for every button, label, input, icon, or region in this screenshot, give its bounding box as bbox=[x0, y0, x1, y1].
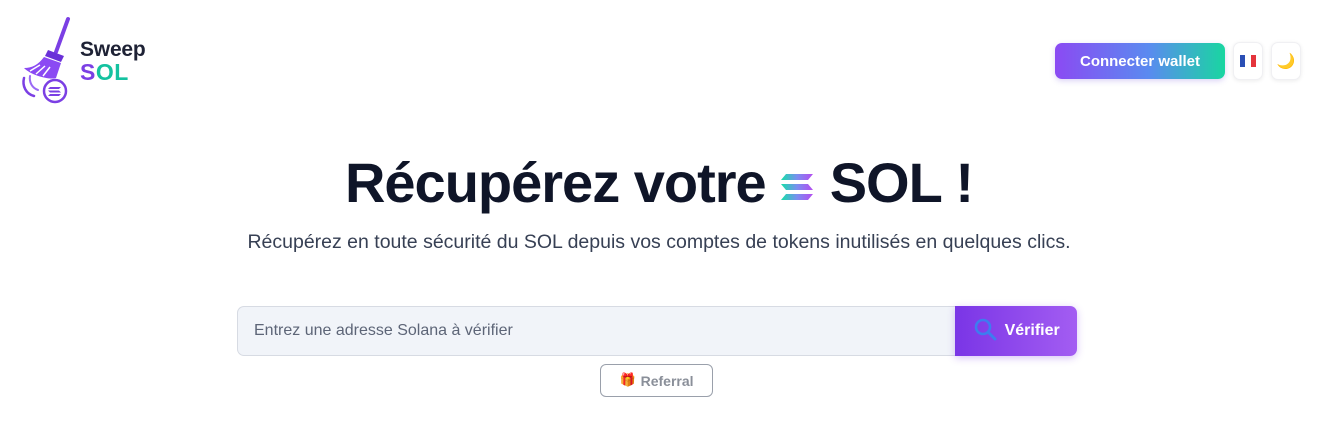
logo-text: Sweep SOL bbox=[80, 39, 146, 84]
address-search: Vérifier bbox=[237, 306, 1077, 356]
verify-label: Vérifier bbox=[1004, 322, 1060, 339]
verify-button[interactable]: Vérifier bbox=[955, 306, 1077, 356]
moon-icon: 🌙 bbox=[1276, 52, 1296, 70]
page-title: Récupérez votre SOL ! bbox=[0, 150, 1318, 215]
theme-toggle-button[interactable]: 🌙 bbox=[1271, 42, 1301, 80]
solana-icon bbox=[780, 150, 814, 215]
page: Sweep SOL Connecter wallet 🌙 Récupérez v… bbox=[0, 0, 1318, 427]
page-subtitle: Récupérez en toute sécurité du SOL depui… bbox=[247, 231, 1071, 253]
language-button[interactable] bbox=[1233, 42, 1263, 80]
solana-address-input[interactable] bbox=[237, 306, 956, 356]
referral-button[interactable]: 🎁 Referral bbox=[600, 364, 713, 397]
gift-icon: 🎁 bbox=[619, 373, 636, 388]
search-icon bbox=[973, 317, 997, 346]
referral-label: Referral bbox=[640, 372, 694, 389]
title-text-end: SOL ! bbox=[829, 151, 974, 214]
logo[interactable]: Sweep SOL bbox=[20, 16, 146, 106]
broom-logo-icon bbox=[20, 16, 76, 106]
logo-text-sweep: Sweep bbox=[80, 37, 146, 61]
logo-text-sol: SOL bbox=[80, 58, 129, 85]
fr-flag-icon bbox=[1240, 55, 1256, 67]
title-text-start: Récupérez votre bbox=[344, 151, 767, 214]
connect-wallet-button[interactable]: Connecter wallet bbox=[1055, 43, 1225, 79]
